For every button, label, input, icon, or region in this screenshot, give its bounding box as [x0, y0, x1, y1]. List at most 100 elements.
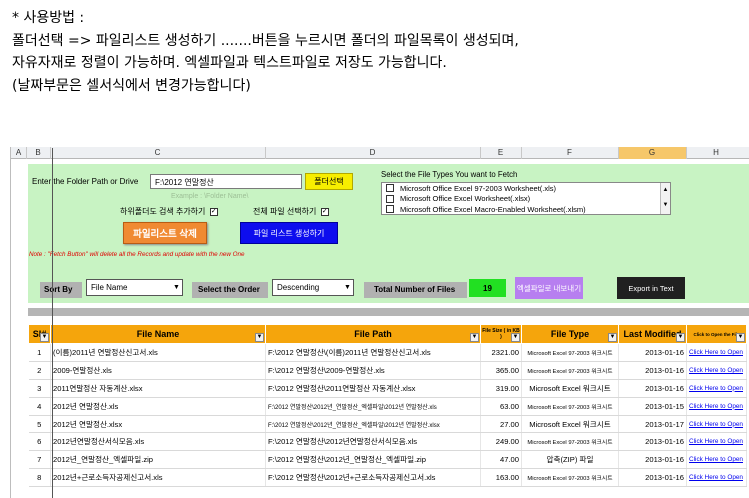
file-type-checkbox[interactable]: [386, 184, 394, 193]
filter-arrow-icon[interactable]: ▼: [40, 333, 49, 342]
open-file-link[interactable]: Click Here to Open: [686, 468, 747, 488]
file-type-cell: Microsoft Excel 워크시트: [521, 379, 619, 398]
file-types-scrollbar[interactable]: ▲ ▼: [660, 183, 670, 214]
file-type-checkbox[interactable]: [386, 205, 394, 214]
table-row[interactable]: 5 2012년 연말정산.xlsx F:\2012 연말정산\2012년_연말정산_…: [28, 415, 747, 434]
file-type-option[interactable]: Microsoft Office Excel 97-2003 Worksheet…: [382, 183, 670, 194]
si-cell: 7: [28, 450, 51, 470]
frozen-pane-line: [52, 148, 53, 498]
sort-by-dropdown[interactable]: File Name ▼: [86, 279, 183, 296]
file-type-cell: Microsoft Excel 97-2003 워크시트: [521, 343, 619, 362]
file-size-cell: 249.00: [480, 432, 522, 452]
file-name-cell: 2012년+근로소득자공제신고서.xls: [50, 468, 266, 488]
filter-arrow-icon[interactable]: ▼: [736, 333, 745, 342]
filter-arrow-icon[interactable]: ▼: [511, 333, 520, 342]
sort-by-value: File Name: [91, 283, 128, 292]
last-modified-cell: 2013-01-15: [618, 397, 687, 416]
header-si[interactable]: SI#▼: [28, 324, 51, 344]
file-type-cell: Microsoft Excel 97-2003 워크시트: [521, 361, 619, 380]
table-row[interactable]: 7 2012년_연말정산_엑셀파일.zip F:\2012 연말정산\2012년_연…: [28, 450, 747, 470]
file-size-cell: 319.00: [480, 379, 522, 398]
file-name-cell: 2012년_연말정산_엑셀파일.zip: [50, 450, 266, 470]
filter-arrow-icon[interactable]: ▼: [470, 333, 479, 342]
column-header[interactable]: B: [26, 148, 50, 157]
column-header[interactable]: A: [11, 148, 26, 157]
spreadsheet: A B C D E F G H Enter the Folder Path or…: [10, 147, 749, 498]
chevron-down-icon[interactable]: ▼: [343, 282, 352, 294]
open-file-link[interactable]: Click Here to Open: [686, 343, 747, 362]
select-all-option[interactable]: 전체 파일 선택하기 ✓: [253, 206, 329, 217]
open-file-link[interactable]: Click Here to Open: [686, 450, 747, 470]
column-header[interactable]: F: [521, 148, 618, 157]
open-file-link[interactable]: Click Here to Open: [686, 415, 747, 434]
last-modified-cell: 2013-01-16: [618, 379, 687, 398]
folder-select-button[interactable]: 폴더선택: [305, 173, 353, 190]
instruction-line: 폴더선택 => 파일리스트 생성하기 .......버튼을 누르시면 폴더의 파…: [12, 32, 519, 49]
table-row[interactable]: 2 2009-연말정산.xls F:\2012 연말정산\2009-연말정산.xls…: [28, 361, 747, 380]
file-size-cell: 47.00: [480, 450, 522, 470]
header-last-modified[interactable]: Last Modified ▼: [618, 324, 687, 344]
example-hint: Example : \Folder Name\: [171, 193, 249, 200]
header-open-file[interactable]: Click to Open the File ▼: [686, 324, 747, 344]
instruction-line: (날짜부문은 셀서식에서 변경가능합니다): [12, 77, 251, 94]
file-type-checkbox[interactable]: [386, 194, 394, 203]
file-types-title: Select the File Types You want to Fetch: [381, 170, 518, 179]
open-file-link[interactable]: Click Here to Open: [686, 379, 747, 398]
filter-arrow-icon[interactable]: ▼: [608, 333, 617, 342]
si-cell: 2: [28, 361, 51, 380]
column-header[interactable]: D: [265, 148, 480, 157]
column-header[interactable]: G: [618, 148, 686, 157]
open-file-link[interactable]: Click Here to Open: [686, 432, 747, 452]
header-file-path[interactable]: File Path ▼: [265, 324, 481, 344]
instructions: * 사용방법 : 폴더선택 => 파일리스트 생성하기 .......버튼을 누…: [12, 7, 519, 97]
file-size-cell: 365.00: [480, 361, 522, 380]
column-header[interactable]: H: [686, 148, 746, 157]
scroll-down-icon[interactable]: ▼: [661, 198, 670, 213]
select-all-checkbox[interactable]: ✓: [320, 207, 329, 216]
subfolder-checkbox[interactable]: ✓: [209, 207, 218, 216]
sort-by-label: Sort By: [40, 282, 82, 298]
open-file-link[interactable]: Click Here to Open: [686, 361, 747, 380]
header-file-type[interactable]: File Type ▼: [521, 324, 619, 344]
delete-list-button[interactable]: 파일리스트 삭제: [123, 222, 207, 244]
table-row[interactable]: 8 2012년+근로소득자공제신고서.xls F:\2012 연말정산\2012년+…: [28, 468, 747, 488]
last-modified-cell: 2013-01-16: [618, 450, 687, 470]
chevron-down-icon[interactable]: ▼: [172, 282, 181, 294]
file-path-cell: F:\2012 연말정산\2012년_연말정산_엑셀파일\2012년 연말정산.…: [265, 397, 481, 416]
header-file-name[interactable]: File Name ▼: [50, 324, 266, 344]
order-dropdown[interactable]: Descending ▼: [272, 279, 354, 296]
last-modified-cell: 2013-01-17: [618, 415, 687, 434]
last-modified-cell: 2013-01-16: [618, 361, 687, 380]
filter-arrow-icon[interactable]: ▼: [676, 333, 685, 342]
generate-list-button[interactable]: 파일 리스트 생성하기: [240, 222, 338, 244]
open-file-link[interactable]: Click Here to Open: [686, 397, 747, 416]
file-types-list[interactable]: Microsoft Office Excel 97-2003 Worksheet…: [381, 182, 671, 215]
file-name-cell: 2009-연말정산.xls: [50, 361, 266, 380]
file-type-option[interactable]: Microsoft Office Excel Worksheet(.xlsx): [382, 194, 670, 205]
export-excel-button[interactable]: 엑셀파일로 내보내기: [515, 277, 583, 299]
file-type-label: Microsoft Office Excel Worksheet(.xlsx): [400, 194, 531, 204]
table-row[interactable]: 6 2012년연말정산서식모음.xls F:\2012 연말정산\2012년연말정산…: [28, 432, 747, 452]
instruction-line: * 사용방법 :: [12, 10, 85, 26]
file-type-option[interactable]: Microsoft Office Excel Macro-Enabled Wor…: [382, 204, 670, 215]
last-modified-cell: 2013-01-16: [618, 468, 687, 488]
scroll-up-icon[interactable]: ▲: [661, 183, 670, 198]
header-file-size[interactable]: File Size ( in KB ) ▼: [480, 324, 522, 344]
filter-arrow-icon[interactable]: ▼: [255, 333, 264, 342]
si-cell: 4: [28, 397, 51, 416]
note-text: Note : "Fetch Button" will delete all th…: [29, 251, 245, 258]
table-row[interactable]: 1 (이름)2011년 연말정산신고서.xls F:\2012 연말정산\(이름)2…: [28, 343, 747, 362]
file-type-cell: Microsoft Excel 워크시트: [521, 415, 619, 434]
file-name-cell: 2012년 연말정산.xls: [50, 397, 266, 416]
select-all-label: 전체 파일 선택하기: [253, 207, 317, 216]
table-row[interactable]: 4 2012년 연말정산.xls F:\2012 연말정산\2012년_연말정산_엑…: [28, 397, 747, 416]
folder-path-input[interactable]: F:\2012 연말정산: [150, 174, 302, 189]
subfolder-option[interactable]: 하위폴더도 검색 추가하기 ✓: [120, 206, 218, 217]
column-header[interactable]: E: [480, 148, 521, 157]
table-row[interactable]: 3 2011연말정산 자동계산.xlsx F:\2012 연말정산\2011연말정산…: [28, 379, 747, 398]
file-list-table: SI#▼ File Name▼ File Path▼ File Size ( i…: [28, 324, 747, 488]
instruction-line: 자유자재로 정렬이 가능하며. 엑셀파일과 텍스트파일로 저장도 가능합니다.: [12, 55, 447, 72]
last-modified-cell: 2013-01-16: [618, 432, 687, 452]
export-text-button[interactable]: Export in Text: [617, 277, 685, 299]
column-header[interactable]: C: [50, 148, 265, 157]
